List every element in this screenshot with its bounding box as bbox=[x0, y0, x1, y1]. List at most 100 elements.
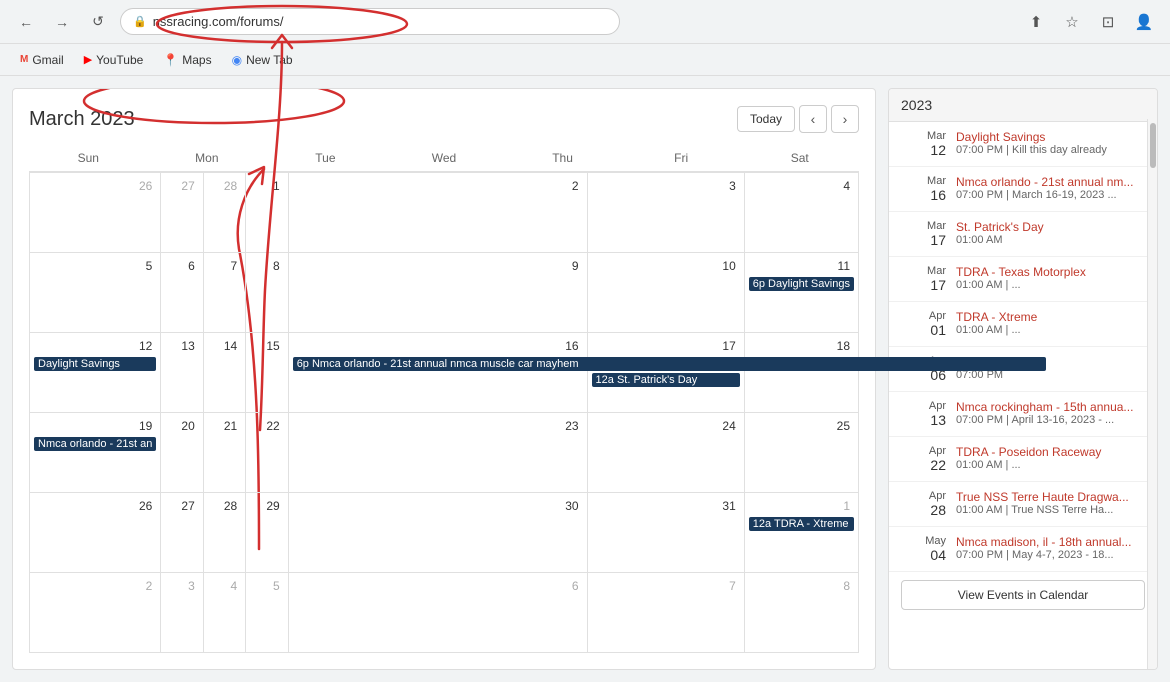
cal-cell-13[interactable]: 13 bbox=[161, 333, 203, 413]
event-time-2: 07:00 PM | March 16-19, 2023 ... bbox=[956, 189, 1145, 201]
cal-cell-8[interactable]: 8 bbox=[246, 253, 288, 333]
day-header-tue: Tue bbox=[266, 145, 385, 171]
event-month-7: Apr bbox=[901, 400, 946, 412]
profile-button[interactable]: 👤 bbox=[1130, 8, 1158, 36]
cal-cell-4[interactable]: 4 bbox=[745, 173, 859, 253]
event-stpat[interactable]: 12a St. Patrick's Day bbox=[592, 373, 740, 387]
cal-cell-1[interactable]: 1 bbox=[246, 173, 288, 253]
cal-cell-15[interactable]: 15 bbox=[246, 333, 288, 413]
calendar-title: March 2023 bbox=[29, 108, 135, 131]
sidebar: 2023 Mar 12 Daylight Savings 07:00 PM | … bbox=[888, 88, 1158, 670]
sidebar-event-2[interactable]: Mar 16 Nmca orlando - 21st annual nm... … bbox=[889, 167, 1157, 212]
cal-cell-apr7[interactable]: 7 bbox=[588, 573, 745, 653]
cal-cell-26[interactable]: 26 bbox=[30, 493, 161, 573]
cal-cell-11[interactable]: 11 6p Daylight Savings bbox=[745, 253, 859, 333]
day-header-thu: Thu bbox=[503, 145, 622, 171]
cal-cell-7[interactable]: 7 bbox=[204, 253, 246, 333]
cal-cell-apr4[interactable]: 4 bbox=[204, 573, 246, 653]
cal-cell-19[interactable]: 19 Nmca orlando - 21st an bbox=[30, 413, 161, 493]
day-header-mon: Mon bbox=[148, 145, 267, 171]
next-month-button[interactable]: › bbox=[831, 105, 859, 133]
back-button[interactable]: ← bbox=[12, 8, 40, 36]
cal-cell-31[interactable]: 31 bbox=[588, 493, 745, 573]
sidebar-event-info-2: Nmca orlando - 21st annual nm... 07:00 P… bbox=[956, 175, 1145, 201]
cal-cell-27[interactable]: 27 bbox=[161, 493, 203, 573]
event-nmca-19[interactable]: Nmca orlando - 21st an bbox=[34, 437, 156, 451]
cal-cell-3[interactable]: 3 bbox=[588, 173, 745, 253]
cal-cell-24[interactable]: 24 bbox=[588, 413, 745, 493]
cal-cell-21[interactable]: 21 bbox=[204, 413, 246, 493]
sidebar-event-date-7: Apr 13 bbox=[901, 400, 946, 428]
sidebar-event-4[interactable]: Mar 17 TDRA - Texas Motorplex 01:00 AM |… bbox=[889, 257, 1157, 302]
cal-cell-23[interactable]: 23 bbox=[289, 413, 588, 493]
event-time-3: 01:00 AM bbox=[956, 234, 1145, 246]
bookmark-button[interactable]: ☆ bbox=[1058, 8, 1086, 36]
youtube-icon: ▶ bbox=[84, 53, 92, 66]
cal-cell-apr2[interactable]: 2 bbox=[30, 573, 161, 653]
cal-cell-17[interactable]: 17 12a TDRA - Texas Motorplex 12a St. Pa… bbox=[588, 333, 745, 413]
cal-cell-apr3[interactable]: 3 bbox=[161, 573, 203, 653]
bookmark-maps[interactable]: 📍 Maps bbox=[155, 50, 219, 70]
cal-cell-12[interactable]: 12 Daylight Savings bbox=[30, 333, 161, 413]
prev-month-button[interactable]: ‹ bbox=[799, 105, 827, 133]
cal-cell-6[interactable]: 6 bbox=[161, 253, 203, 333]
sidebar-year: 2023 bbox=[889, 89, 1157, 122]
year-label: 2023 bbox=[901, 97, 932, 113]
sidebar-events[interactable]: Mar 12 Daylight Savings 07:00 PM | Kill … bbox=[889, 122, 1157, 572]
calendar-container: March 2023 Today ‹ › Sun Mon Tue Wed Thu… bbox=[12, 88, 876, 670]
sidebar-event-5[interactable]: Apr 01 TDRA - Xtreme 01:00 AM | ... bbox=[889, 302, 1157, 347]
event-month-8: Apr bbox=[901, 445, 946, 457]
event-title-9: True NSS Terre Haute Dragwa... bbox=[956, 490, 1145, 504]
calendar-grid: 26 27 28 1 2 3 4 5 6 7 8 9 10 11 6p Dayl… bbox=[29, 172, 859, 653]
sidebar-event-1[interactable]: Mar 12 Daylight Savings 07:00 PM | Kill … bbox=[889, 122, 1157, 167]
cal-cell-5[interactable]: 5 bbox=[30, 253, 161, 333]
cal-cell-10[interactable]: 10 bbox=[588, 253, 745, 333]
bookmark-newtab[interactable]: ◉ New Tab bbox=[224, 50, 301, 70]
event-time-10: 07:00 PM | May 4-7, 2023 - 18... bbox=[956, 549, 1145, 561]
share-button[interactable]: ⬆ bbox=[1022, 8, 1050, 36]
cal-cell-apr1[interactable]: 1 12a TDRA - Xtreme bbox=[745, 493, 859, 573]
event-month-9: Apr bbox=[901, 490, 946, 502]
sidebar-event-3[interactable]: Mar 17 St. Patrick's Day 01:00 AM bbox=[889, 212, 1157, 257]
scrollbar[interactable] bbox=[1147, 119, 1157, 669]
event-tdra-xtreme[interactable]: 12a TDRA - Xtreme bbox=[749, 517, 854, 531]
cal-cell-22[interactable]: 22 bbox=[246, 413, 288, 493]
refresh-button[interactable]: ↺ bbox=[84, 8, 112, 36]
sidebar-event-8[interactable]: Apr 22 TDRA - Poseidon Raceway 01:00 AM … bbox=[889, 437, 1157, 482]
cal-cell-apr6[interactable]: 6 bbox=[289, 573, 588, 653]
cal-cell-apr8[interactable]: 8 bbox=[745, 573, 859, 653]
cal-cell-2[interactable]: 2 bbox=[289, 173, 588, 253]
cal-cell-9[interactable]: 9 bbox=[289, 253, 588, 333]
cal-cell-14[interactable]: 14 bbox=[204, 333, 246, 413]
cal-cell-27-prev[interactable]: 27 bbox=[161, 173, 203, 253]
event-month-2: Mar bbox=[901, 175, 946, 187]
cal-cell-26-prev[interactable]: 26 bbox=[30, 173, 161, 253]
sidebar-event-info-9: True NSS Terre Haute Dragwa... 01:00 AM … bbox=[956, 490, 1145, 516]
event-daylight-sat[interactable]: 6p Daylight Savings bbox=[749, 277, 854, 291]
sidebar-event-7[interactable]: Apr 13 Nmca rockingham - 15th annua... 0… bbox=[889, 392, 1157, 437]
address-bar[interactable]: 🔒 nssracing.com/forums/ bbox=[120, 8, 620, 35]
cal-cell-20[interactable]: 20 bbox=[161, 413, 203, 493]
cal-cell-25[interactable]: 25 bbox=[745, 413, 859, 493]
cal-cell-16[interactable]: 16 6p Nmca orlando - 21st annual nmca mu… bbox=[289, 333, 588, 413]
sidebar-event-10[interactable]: May 04 Nmca madison, il - 18th annual...… bbox=[889, 527, 1157, 572]
cal-cell-18[interactable]: 18 bbox=[745, 333, 859, 413]
cal-cell-29[interactable]: 29 bbox=[246, 493, 288, 573]
forward-button[interactable]: → bbox=[48, 8, 76, 36]
cal-cell-apr5[interactable]: 5 bbox=[246, 573, 288, 653]
bookmark-gmail[interactable]: M Gmail bbox=[12, 50, 72, 70]
tab-menu-button[interactable]: ⊡ bbox=[1094, 8, 1122, 36]
today-button[interactable]: Today bbox=[737, 106, 795, 132]
event-nmca[interactable]: 6p Nmca orlando - 21st annual nmca muscl… bbox=[293, 357, 1047, 371]
cal-cell-28[interactable]: 28 bbox=[204, 493, 246, 573]
bookmark-youtube[interactable]: ▶ YouTube bbox=[76, 50, 152, 70]
cal-cell-30[interactable]: 30 bbox=[289, 493, 588, 573]
sidebar-event-9[interactable]: Apr 28 True NSS Terre Haute Dragwa... 01… bbox=[889, 482, 1157, 527]
event-time-9: 01:00 AM | True NSS Terre Ha... bbox=[956, 504, 1145, 516]
cal-cell-28-prev[interactable]: 28 bbox=[204, 173, 246, 253]
event-daylight-sun[interactable]: Daylight Savings bbox=[34, 357, 156, 371]
event-day-2: 16 bbox=[901, 187, 946, 203]
view-events-button[interactable]: View Events in Calendar bbox=[901, 580, 1145, 610]
sidebar-event-date-2: Mar 16 bbox=[901, 175, 946, 203]
newtab-label: New Tab bbox=[246, 53, 292, 67]
